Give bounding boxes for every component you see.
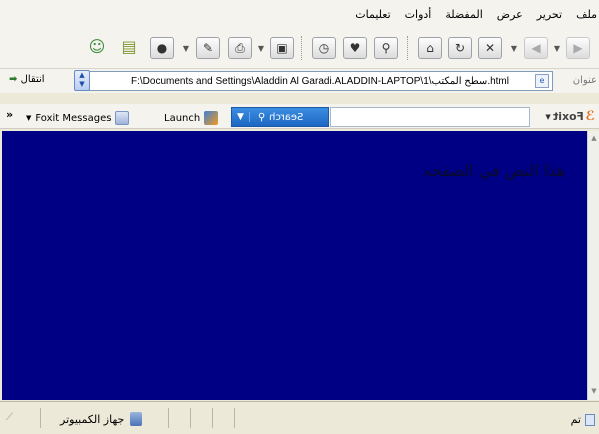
address-dropdown-button[interactable]: ▲ ▼ bbox=[74, 70, 90, 91]
menu-edit[interactable]: تحرير bbox=[537, 8, 562, 21]
toolbar-separator bbox=[301, 36, 302, 60]
research-icon: ▤ bbox=[121, 37, 137, 56]
history-button[interactable]: ◷ bbox=[312, 34, 336, 62]
page-done-icon bbox=[585, 413, 595, 426]
messenger-icon: ☺ bbox=[88, 37, 106, 56]
search-button[interactable]: ⚲ bbox=[374, 34, 398, 62]
forward-button[interactable]: ◀ bbox=[524, 34, 548, 62]
menu-file[interactable]: ملف bbox=[576, 8, 597, 21]
menu-view[interactable]: عرض bbox=[497, 8, 523, 21]
launch-button[interactable]: Launch bbox=[164, 111, 219, 125]
go-button[interactable]: انتقال ➡ bbox=[6, 74, 45, 85]
favorites-button[interactable]: ♥ bbox=[343, 34, 367, 62]
menu-favorites[interactable]: المفضلة bbox=[445, 8, 482, 21]
security-zone[interactable]: جهاز الكمبيوتر bbox=[60, 412, 143, 426]
chevron-down-icon: ▼ bbox=[553, 43, 561, 53]
toolbar-overflow-chevron[interactable]: » bbox=[6, 108, 13, 121]
status-pane bbox=[168, 408, 190, 428]
edit-icon: ✎ bbox=[196, 37, 220, 59]
menu-help[interactable]: تعليمات bbox=[355, 8, 390, 21]
back-arrow-icon: ▶ bbox=[566, 37, 590, 59]
status-done-label: تم bbox=[570, 413, 581, 426]
chevron-down-icon: ▼ bbox=[182, 43, 190, 53]
chevron-down-icon: ▼ bbox=[26, 114, 32, 122]
menu-bar: ملف تحرير عرض المفضلة أدوات تعليمات bbox=[0, 0, 599, 28]
foxit-logo-text: Foxit bbox=[552, 110, 584, 123]
address-value: F:\Documents and Settings\Aladdin Al Gar… bbox=[131, 75, 509, 87]
heart-icon: ♥ bbox=[343, 37, 367, 59]
zone-label: جهاز الكمبيوتر bbox=[60, 412, 125, 426]
foxit-search-input[interactable] bbox=[330, 107, 530, 127]
address-label: عنوان bbox=[572, 75, 597, 86]
computer-icon bbox=[130, 412, 143, 426]
address-input[interactable]: F:\Documents and Settings\Aladdin Al Gar… bbox=[80, 71, 553, 91]
scroll-up-icon[interactable]: ▲ bbox=[589, 134, 599, 144]
status-separator bbox=[40, 408, 41, 428]
status-done: تم bbox=[571, 413, 595, 426]
search-label-wrap: Search ⚲ bbox=[250, 112, 304, 123]
standard-toolbar: ▶ ▼ ◀ ▼ ✕ ↻ ⌂ ⚲ ♥ ◷ ▣ ▼ ⎙ ✎ ▼ ● ▤ ☺ bbox=[0, 28, 599, 68]
refresh-icon: ↻ bbox=[448, 37, 472, 59]
browser-window: ملف تحرير عرض المفضلة أدوات تعليمات ▶ ▼ … bbox=[0, 0, 599, 434]
stop-button[interactable]: ✕ bbox=[478, 34, 502, 62]
foxit-messages-button[interactable]: ▼ Foxit Messages bbox=[26, 111, 130, 125]
status-pane bbox=[190, 408, 212, 428]
print-button[interactable]: ⎙ bbox=[228, 34, 252, 62]
foxit-logo-icon: ℰ bbox=[585, 109, 595, 124]
messages-icon bbox=[115, 111, 130, 125]
search-label: Search bbox=[269, 111, 304, 123]
chevron-down-icon: ▼ bbox=[232, 112, 250, 122]
foxit-search-button[interactable]: ▼ Search ⚲ bbox=[231, 107, 329, 127]
go-arrow-icon: ➡ bbox=[9, 74, 18, 85]
page-text: هذا النص في الصفحه bbox=[423, 161, 565, 180]
page-icon: e bbox=[535, 74, 549, 88]
foxit-toolbar: » ▼ Foxit Messages Launch ▼ Search ⚲ ▼ F… bbox=[0, 104, 599, 129]
chevron-down-icon: ▼ bbox=[510, 43, 518, 53]
media-icon: ▣ bbox=[270, 37, 294, 59]
edit-button[interactable]: ✎ bbox=[196, 34, 220, 62]
media-dropdown[interactable]: ▼ bbox=[256, 34, 266, 62]
home-button[interactable]: ⌂ bbox=[418, 34, 442, 62]
vertical-scrollbar[interactable]: ▲ ▼ bbox=[587, 131, 599, 400]
discuss-icon: ● bbox=[150, 37, 174, 59]
back-button[interactable]: ▶ bbox=[566, 34, 590, 62]
page-content: هذا النص في الصفحه bbox=[2, 131, 587, 400]
forward-dropdown[interactable]: ▼ bbox=[509, 34, 519, 62]
forward-arrow-icon: ◀ bbox=[524, 37, 548, 59]
foxit-logo[interactable]: ▼ Foxit ℰ bbox=[545, 109, 595, 124]
status-bar: تم جهاز الكمبيوتر ⟋ bbox=[0, 401, 599, 434]
chevron-down-icon: ▼ bbox=[257, 43, 265, 53]
address-bar-row: عنوان F:\Documents and Settings\Aladdin … bbox=[0, 68, 599, 93]
back-dropdown[interactable]: ▼ bbox=[552, 34, 562, 62]
research-button[interactable]: ▤ bbox=[118, 34, 140, 62]
status-panes bbox=[168, 408, 256, 428]
messenger-button[interactable]: ☺ bbox=[86, 34, 108, 62]
go-label: انتقال bbox=[20, 74, 45, 85]
menu-tools[interactable]: أدوات bbox=[405, 8, 432, 21]
toolbar-separator bbox=[407, 36, 408, 60]
media-button[interactable]: ▣ bbox=[270, 34, 294, 62]
chevron-down-icon: ▼ bbox=[545, 112, 551, 121]
printer-icon: ⎙ bbox=[228, 37, 252, 59]
edit-dropdown[interactable]: ▼ bbox=[181, 34, 191, 62]
home-icon: ⌂ bbox=[418, 37, 442, 59]
history-icon: ◷ bbox=[312, 37, 336, 59]
foxit-messages-label: Foxit Messages bbox=[35, 112, 112, 124]
status-pane bbox=[234, 408, 256, 428]
status-pane bbox=[212, 408, 234, 428]
resize-grip-icon[interactable]: ⟋ bbox=[6, 412, 13, 423]
stop-x-icon: ✕ bbox=[478, 37, 502, 59]
search-icon: ⚲ bbox=[374, 37, 398, 59]
scroll-down-icon[interactable]: ▼ bbox=[589, 387, 599, 397]
launch-label: Launch bbox=[164, 112, 201, 124]
refresh-button[interactable]: ↻ bbox=[448, 34, 472, 62]
launch-icon bbox=[204, 111, 219, 125]
discuss-button[interactable]: ● bbox=[150, 34, 174, 62]
search-icon: ⚲ bbox=[258, 111, 266, 123]
